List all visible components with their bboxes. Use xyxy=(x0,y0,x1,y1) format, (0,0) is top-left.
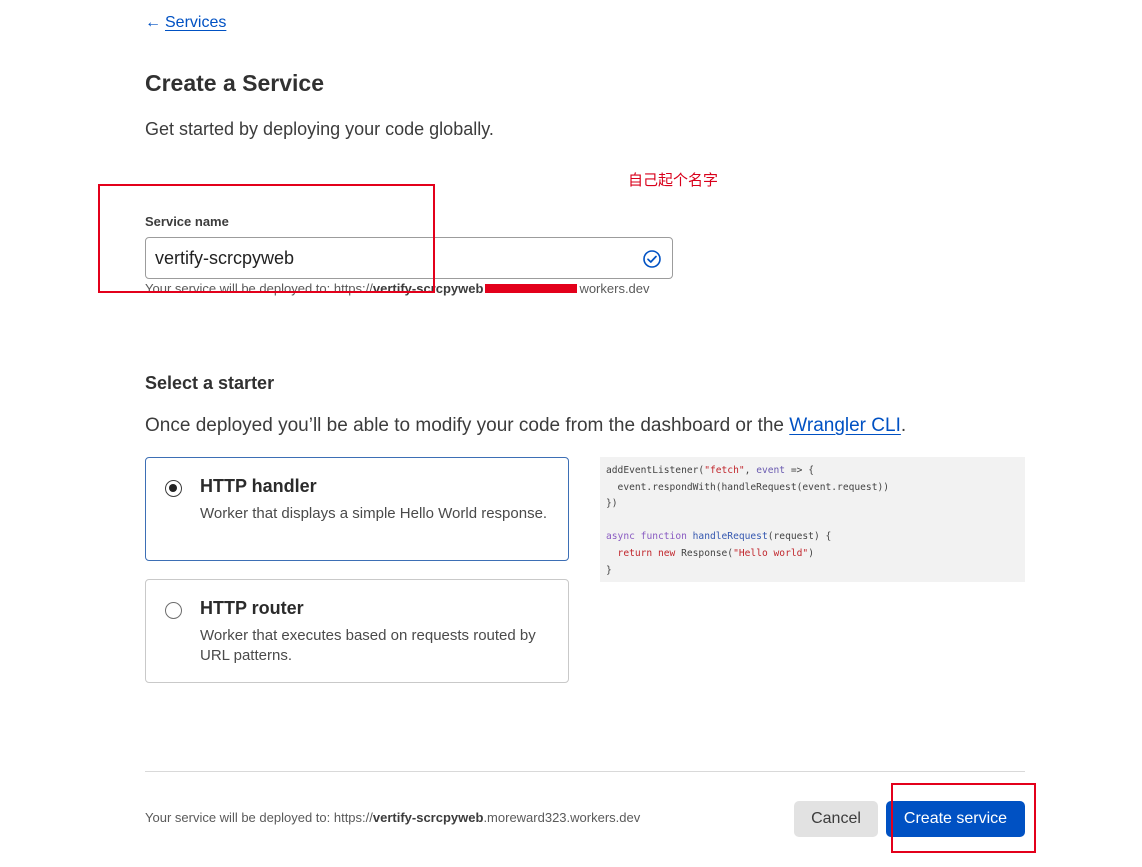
starter-description-period: . xyxy=(900,415,907,436)
radio-selected-icon[interactable] xyxy=(165,480,182,497)
deploy-url-hint: Your service will be deployed to: https:… xyxy=(145,281,650,296)
starter-option-title: HTTP router xyxy=(200,598,304,618)
code-line-2: event.respondWith(handleRequest(event.re… xyxy=(606,481,890,493)
footer-divider xyxy=(145,771,1025,772)
starter-option-http-router[interactable]: HTTP router Worker that executes based o… xyxy=(145,579,569,683)
code-line-5: async function handleRequest(request) { xyxy=(606,531,832,543)
arrow-left-icon: ← xyxy=(145,14,161,31)
page-subtitle: Get started by deploying your code globa… xyxy=(145,119,494,139)
select-starter-title: Select a starter xyxy=(145,373,275,393)
select-starter-description: Once deployed you’ll be able to modify y… xyxy=(145,415,906,437)
page-title: Create a Service xyxy=(145,70,325,96)
starter-option-description: Worker that executes based on requests r… xyxy=(200,627,536,664)
wrangler-cli-link[interactable]: Wrangler CLI xyxy=(789,415,901,436)
cancel-button[interactable]: Cancel xyxy=(794,801,878,837)
deploy-hint-suffix: workers.dev xyxy=(579,281,650,296)
starter-option-http-handler[interactable]: HTTP handler Worker that displays a simp… xyxy=(145,457,569,561)
footer-deploy-url: Your service will be deployed to: https:… xyxy=(145,810,640,825)
starter-option-description: Worker that displays a simple Hello Worl… xyxy=(200,505,548,522)
code-line-6: return new Response("Hello world") xyxy=(606,547,814,559)
deploy-hint-service: vertify-scrcpyweb xyxy=(372,281,484,296)
service-name-input[interactable] xyxy=(146,238,626,278)
back-link-label: Services xyxy=(165,14,227,31)
footer-hint-service: vertify-scrcpyweb xyxy=(372,810,484,825)
service-name-field xyxy=(145,237,673,279)
code-line-7: } xyxy=(606,564,612,576)
starter-option-title: HTTP handler xyxy=(200,476,317,496)
back-to-services-link[interactable]: ← Services xyxy=(145,14,226,32)
code-line-1: addEventListener("fetch", event => { xyxy=(606,465,814,476)
check-circle-icon xyxy=(643,250,661,268)
footer-hint-suffix: .moreward323.workers.dev xyxy=(483,810,641,825)
deploy-hint-prefix: Your service will be deployed to: https:… xyxy=(145,281,373,296)
annotation-note: 自己起个名字 xyxy=(628,171,719,189)
radio-unselected-icon[interactable] xyxy=(165,602,182,619)
footer-hint-prefix: Your service will be deployed to: https:… xyxy=(145,810,373,825)
redaction-mark xyxy=(485,284,578,294)
service-name-label: Service name xyxy=(145,214,229,229)
code-preview: addEventListener("fetch", event => { eve… xyxy=(600,457,1025,582)
code-line-3: }) xyxy=(606,498,618,510)
starter-description-text: Once deployed you’ll be able to modify y… xyxy=(145,415,790,436)
create-service-button[interactable]: Create service xyxy=(886,801,1025,837)
